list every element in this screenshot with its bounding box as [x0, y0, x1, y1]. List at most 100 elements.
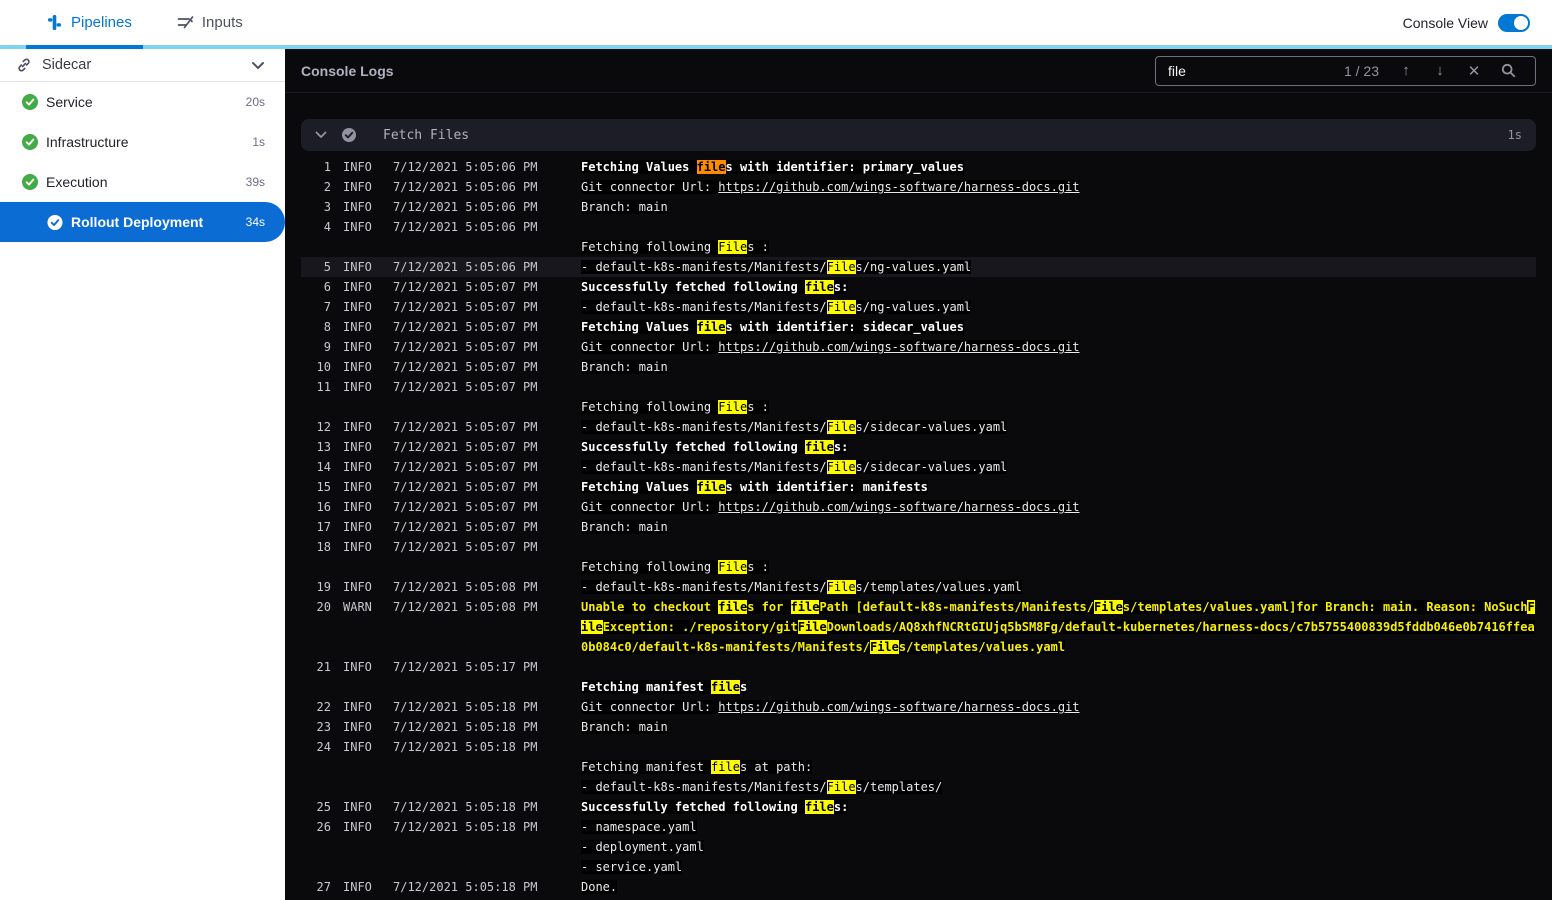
log-row: 17 INFO 7/12/2021 5:05:07 PM Branch: main	[301, 517, 1536, 537]
log-message: 0b084c0/default-k8s-manifests/Manifests/…	[581, 637, 1066, 657]
previous-match-button[interactable]: ↑	[1389, 62, 1423, 79]
log-row: - service.yaml	[301, 857, 1536, 877]
log-row: 14 INFO 7/12/2021 5:05:07 PM - default-k8s-…	[301, 457, 1536, 477]
git-connector-link[interactable]: https://github.com/wings-software/harnes…	[718, 340, 1079, 354]
log-message: Branch: main	[581, 197, 668, 217]
log-text: Fetching manifest	[581, 680, 712, 694]
log-text: Successfully fetched following	[581, 800, 805, 814]
search-match: File	[826, 260, 856, 274]
log-text: s:	[833, 800, 849, 814]
log-row: Fetching manifest files at path:	[301, 757, 1536, 777]
tab-inputs[interactable]: Inputs	[177, 14, 243, 31]
line-number: 25	[316, 800, 331, 814]
log-row: 1 INFO 7/12/2021 5:05:06 PM Fetching Values…	[301, 157, 1536, 177]
line-number: 11	[316, 380, 331, 394]
sidebar-item-service[interactable]: Service 20s	[0, 82, 285, 122]
pipeline-icon	[46, 14, 63, 31]
line-number: 10	[316, 360, 331, 374]
log-message-text: Successfully fetched following files:	[581, 440, 849, 454]
section-duration: 1s	[1507, 128, 1522, 142]
log-message-text: Fetching following Files :	[581, 560, 769, 574]
log-message: Git connector Url: https://github.com/wi…	[581, 697, 1080, 717]
git-connector-link[interactable]: https://github.com/wings-software/harnes…	[718, 180, 1079, 194]
log-timestamp: 7/12/2021 5:05:07 PM	[393, 460, 538, 474]
log-message: Fetching Values files with identifier: m…	[581, 477, 928, 497]
log-text: Successfully fetched following	[581, 440, 805, 454]
search-match: file	[804, 280, 834, 294]
log-text: - default-k8s-manifests/Manifests/	[581, 460, 827, 474]
search-match: File	[826, 580, 856, 594]
log-row: 20 WARN 7/12/2021 5:05:08 PM Unable to chec…	[301, 597, 1536, 617]
line-number: 9	[323, 340, 331, 354]
step-label: Execution	[46, 174, 108, 190]
step-duration: 20s	[245, 95, 265, 109]
log-text: s :	[747, 560, 769, 574]
log-text: Path [default-k8s-manifests/Manifests/	[819, 600, 1094, 614]
log-message-text: Git connector Url: https://github.com/wi…	[581, 700, 1080, 714]
log-text: Fetching following	[581, 400, 719, 414]
log-timestamp: 7/12/2021 5:05:07 PM	[393, 440, 538, 454]
log-level: INFO	[343, 320, 372, 334]
log-timestamp: 7/12/2021 5:05:18 PM	[393, 740, 538, 754]
log-message-text: Git connector Url: https://github.com/wi…	[581, 500, 1080, 514]
log-message: - default-k8s-manifests/Manifests/Files/…	[581, 777, 943, 797]
log-timestamp: 7/12/2021 5:05:06 PM	[393, 220, 538, 234]
log-row: 10 INFO 7/12/2021 5:05:07 PM Branch: main	[301, 357, 1536, 377]
log-text: Fetching following	[581, 560, 719, 574]
log-text: s :	[747, 240, 769, 254]
sidebar-item-rollout-deployment[interactable]: Rollout Deployment 34s	[0, 202, 285, 242]
search-match: file	[696, 480, 726, 494]
search-match: file	[696, 320, 726, 334]
log-section-header[interactable]: Fetch Files 1s	[301, 119, 1536, 151]
log-text: - deployment.yaml	[581, 840, 704, 854]
log-message: Branch: main	[581, 717, 668, 737]
line-number: 19	[316, 580, 331, 594]
sidebar-stage-header[interactable]: Sidecar	[0, 49, 285, 82]
log-text: s/sidecar-values.yaml	[855, 420, 1008, 434]
log-message-text: Successfully fetched following files:	[581, 800, 849, 814]
git-connector-link[interactable]: https://github.com/wings-software/harnes…	[718, 500, 1079, 514]
log-level: INFO	[343, 500, 372, 514]
line-number: 12	[316, 420, 331, 434]
search-match: file	[711, 680, 740, 694]
log-timestamp: 7/12/2021 5:05:07 PM	[393, 420, 538, 434]
search-input[interactable]	[1168, 62, 1344, 79]
clear-search-button[interactable]: ✕	[1457, 62, 1491, 80]
check-circle-icon	[22, 174, 38, 190]
log-message: Done.	[581, 877, 618, 897]
search-match: File	[826, 420, 856, 434]
search-match: file	[804, 800, 834, 814]
log-level: INFO	[343, 180, 372, 194]
log-message: Fetching manifest files at path:	[581, 757, 813, 777]
search-match: File	[797, 620, 827, 634]
line-number: 26	[316, 820, 331, 834]
next-match-button[interactable]: ↓	[1423, 62, 1457, 79]
log-row: 8 INFO 7/12/2021 5:05:07 PM Fetching Values…	[301, 317, 1536, 337]
log-text: s/templates/values.yaml]for Branch: main…	[1122, 600, 1528, 614]
console-view-toggle[interactable]	[1498, 13, 1530, 32]
sidebar-item-execution[interactable]: Execution 39s	[0, 162, 285, 202]
step-label: Infrastructure	[46, 134, 129, 150]
log-text: s with identifier: primary_values	[725, 160, 964, 174]
log-message: ileException: ./repository/gitFileDownlo…	[581, 617, 1535, 637]
step-duration: 39s	[245, 175, 265, 189]
console-body: Fetch Files 1s 1 INFO 7/12/2021 5:05:06 PM…	[285, 93, 1552, 900]
git-connector-link[interactable]: https://github.com/wings-software/harnes…	[718, 700, 1079, 714]
log-timestamp: 7/12/2021 5:05:07 PM	[393, 320, 538, 334]
log-timestamp: 7/12/2021 5:05:18 PM	[393, 700, 538, 714]
log-text: Exception: ./repository/git	[602, 620, 798, 634]
log-timestamp: 7/12/2021 5:05:07 PM	[393, 360, 538, 374]
log-text: Successfully fetched following	[581, 280, 805, 294]
log-message-text: 0b084c0/default-k8s-manifests/Manifests/…	[581, 640, 1066, 654]
search-icon[interactable]	[1491, 63, 1525, 78]
stage-name: Sidecar	[42, 57, 92, 73]
log-row: 26 INFO 7/12/2021 5:05:18 PM - namespace.ya…	[301, 817, 1536, 837]
log-message: Branch: main	[581, 357, 668, 377]
line-number: 3	[323, 200, 331, 214]
log-level: INFO	[343, 160, 372, 174]
sidebar-item-infrastructure[interactable]: Infrastructure 1s	[0, 122, 285, 162]
current-search-match: file	[696, 160, 726, 174]
log-message-text: Fetching Values files with identifier: m…	[581, 480, 928, 494]
tab-pipelines[interactable]: Pipelines	[46, 14, 132, 31]
log-level: WARN	[343, 600, 372, 614]
